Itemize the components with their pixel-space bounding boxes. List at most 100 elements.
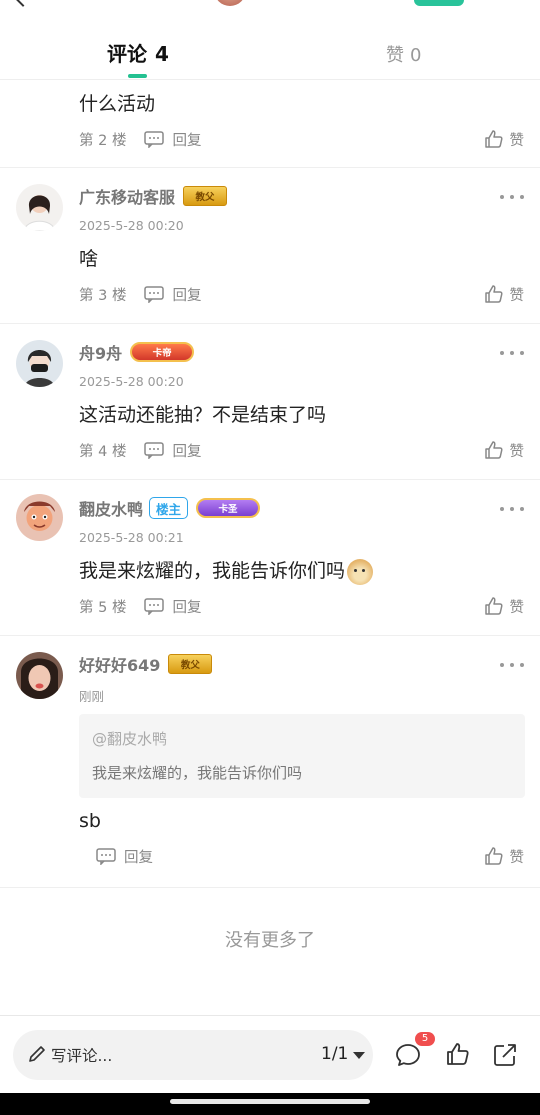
rank-badge: 教父 [183, 186, 228, 206]
comment-item: 舟9舟 卡帝 2025-5-28 00:20 这活动还能抽？不是结束了吗 第 4… [0, 324, 540, 480]
like-button[interactable]: 赞 [484, 128, 525, 150]
thumbs-up-icon [484, 597, 503, 615]
like-button[interactable]: 赞 [484, 439, 525, 461]
reply-label: 回复 [172, 132, 202, 149]
tab-bar: 评论 4 赞0 [0, 30, 540, 80]
rank-badge: 卡圣 [196, 498, 261, 518]
comment-content: 啥 [79, 248, 99, 270]
write-comment-placeholder: 写评论... [51, 1047, 113, 1065]
reply-button[interactable]: 回复 [96, 846, 153, 867]
comment-count-badge: 5 [415, 1032, 435, 1046]
share-button[interactable] [492, 1042, 518, 1072]
comment-content: 这活动还能抽？不是结束了吗 [79, 404, 327, 426]
thumbs-up-icon [484, 130, 503, 148]
more-options-icon[interactable] [500, 660, 524, 670]
floor-number: 第 4 楼 [79, 443, 127, 460]
top-header-partial [0, 0, 540, 10]
thumbs-up-icon [484, 441, 503, 459]
comment-time: 2025-5-28 00:20 [79, 218, 184, 233]
reply-label: 回复 [124, 849, 153, 866]
comment-item: 好好好649 教父 刚刚 @翻皮水鸭 我是来炫耀的，我能告诉你们吗 sb 回复 … [0, 636, 540, 888]
follow-button[interactable] [414, 0, 464, 6]
rank-badge: 卡帝 [130, 342, 195, 362]
comment-time: 2025-5-28 00:20 [79, 374, 184, 389]
tab-comments-count: 4 [155, 42, 169, 66]
reply-label: 回复 [172, 287, 202, 304]
like-button[interactable]: 赞 [484, 283, 525, 305]
thumbs-up-icon [484, 847, 503, 865]
comments-button[interactable] [395, 1042, 421, 1072]
write-comment-input[interactable]: 写评论... 1/1 [13, 1030, 373, 1080]
user-avatar[interactable] [16, 494, 63, 541]
thumbs-up-icon [447, 1043, 469, 1065]
page-indicator[interactable]: 1/1 [321, 1044, 348, 1064]
reply-button[interactable]: 回复 [144, 284, 201, 305]
tab-likes-label: 赞 [386, 45, 404, 66]
floor-number: 第 2 楼 [79, 132, 127, 149]
username[interactable]: 好好好649 [79, 652, 160, 676]
like-label: 赞 [509, 599, 525, 616]
doge-emoji-icon [347, 558, 374, 585]
comment-actions: 第 3 楼 回复 [79, 283, 201, 305]
more-options-icon[interactable] [500, 348, 524, 358]
more-options-icon[interactable] [500, 192, 524, 202]
host-tag: 楼主 [149, 497, 189, 519]
tab-likes[interactable]: 赞0 [386, 41, 421, 77]
like-button[interactable]: 赞 [484, 595, 525, 617]
post-author-avatar[interactable] [214, 0, 246, 6]
reply-button[interactable]: 回复 [144, 129, 201, 150]
comment-content: 我是来炫耀的，我能告诉你们吗 [79, 560, 346, 582]
quoted-comment[interactable]: @翻皮水鸭 我是来炫耀的，我能告诉你们吗 [79, 714, 525, 798]
comment-bubble-icon [96, 847, 116, 865]
comment-actions: 第 4 楼 回复 [79, 439, 201, 461]
bottom-action-bar: 写评论... 1/1 5 [0, 1015, 540, 1093]
quoted-username: @翻皮水鸭 [92, 730, 168, 748]
comment-bubble-icon [144, 285, 165, 303]
comment-content-row: 我是来炫耀的，我能告诉你们吗 [79, 556, 374, 585]
comment-time: 刚刚 [79, 689, 105, 704]
user-avatar[interactable] [16, 184, 63, 231]
floor-number: 第 3 楼 [79, 287, 127, 304]
end-of-list-text: 没有更多了 [225, 930, 315, 951]
active-tab-indicator [128, 74, 147, 78]
username[interactable]: 翻皮水鸭 [79, 496, 143, 520]
like-label: 赞 [509, 443, 525, 460]
back-arrow-icon[interactable] [13, 0, 33, 7]
floor-number: 第 5 楼 [79, 599, 127, 616]
comment-actions: 第 5 楼 回复 [79, 595, 201, 617]
share-icon [494, 1044, 516, 1066]
comment-item: 广东移动客服 教父 2025-5-28 00:20 啥 第 3 楼 回复 赞 [0, 168, 540, 324]
comment-item: 什么活动 第 2 楼 回复 赞 [0, 80, 540, 168]
comment-content: sb [79, 810, 101, 832]
rank-badge: 教父 [168, 654, 213, 674]
like-post-button[interactable] [446, 1042, 470, 1070]
user-avatar[interactable] [16, 652, 63, 699]
username-row: 舟9舟 卡帝 [79, 340, 195, 364]
user-avatar[interactable] [16, 340, 63, 387]
thumbs-up-icon [484, 285, 503, 303]
reply-label: 回复 [172, 443, 202, 460]
username-row: 翻皮水鸭 楼主 卡圣 [79, 496, 261, 520]
tab-comments[interactable]: 评论 4 [107, 38, 169, 74]
reply-button[interactable]: 回复 [144, 596, 201, 617]
reply-label: 回复 [172, 599, 202, 616]
tab-comments-label: 评论 [107, 42, 147, 66]
like-button[interactable]: 赞 [484, 845, 525, 867]
like-label: 赞 [509, 132, 525, 149]
comment-bubble-icon [144, 597, 165, 615]
username-row: 广东移动客服 教父 [79, 184, 228, 208]
like-label: 赞 [509, 287, 525, 304]
reply-button[interactable]: 回复 [144, 440, 201, 461]
more-options-icon[interactable] [500, 504, 524, 514]
comment-time: 2025-5-28 00:21 [79, 530, 184, 545]
comment-bubble-icon [144, 130, 165, 148]
like-label: 赞 [509, 849, 525, 866]
comment-bubble-icon [144, 441, 165, 459]
tab-likes-count: 0 [410, 45, 422, 66]
comment-actions: 回复 [96, 845, 153, 867]
comment-content: 什么活动 [79, 93, 156, 115]
username[interactable]: 广东移动客服 [79, 184, 175, 208]
home-indicator[interactable] [170, 1099, 370, 1104]
caret-down-icon[interactable] [353, 1052, 365, 1059]
username[interactable]: 舟9舟 [79, 340, 122, 364]
